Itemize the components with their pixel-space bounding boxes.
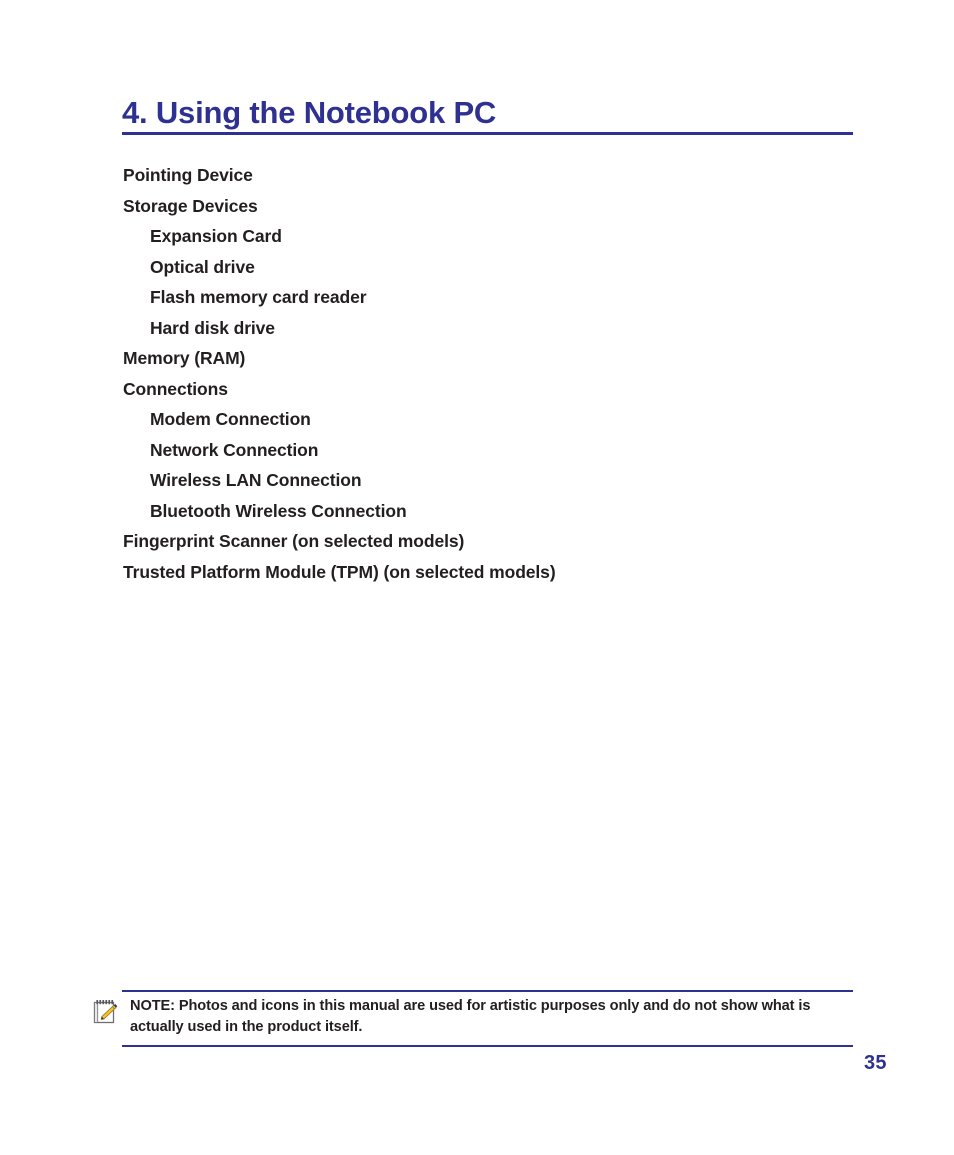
toc-entry: Hard disk drive [150, 317, 275, 338]
toc-entry: Bluetooth Wireless Connection [150, 500, 407, 521]
toc-entry: Memory (RAM) [123, 348, 246, 368]
toc-entry: Connections [123, 378, 228, 399]
note-text: NOTE: Photos and icons in this manual ar… [130, 998, 811, 1035]
toc-entry: Modem Connection [150, 409, 311, 429]
toc-entry: Network Connection [150, 439, 319, 460]
toc-entry: Trusted Platform Module (TPM) (on select… [123, 561, 556, 582]
table-of-contents: Pointing Device Storage Devices Expansion … [0, 160, 954, 587]
toc-entry: Wireless LAN Connection [150, 470, 362, 490]
title-divider [122, 132, 853, 135]
document-page: 4. Using the Notebook PC Pointing Device… [0, 0, 954, 1155]
note-divider-bottom [122, 1045, 853, 1047]
page-number: 35 [864, 1052, 887, 1074]
toc-entry: Flash memory card reader [150, 287, 367, 307]
toc-entry: Storage Devices [123, 195, 258, 216]
toc-entry: Expansion Card [150, 226, 282, 246]
note-divider-top [122, 990, 853, 992]
toc-entry: Optical drive [150, 256, 255, 277]
notepad-pencil-icon [92, 998, 118, 1026]
note-block: NOTE: Photos and icons in this manual ar… [92, 996, 862, 1038]
toc-entry: Pointing Device [123, 165, 253, 185]
toc-entry: Fingerprint Scanner (on selected models) [123, 531, 465, 551]
page-title: 4. Using the Notebook PC [122, 95, 497, 130]
